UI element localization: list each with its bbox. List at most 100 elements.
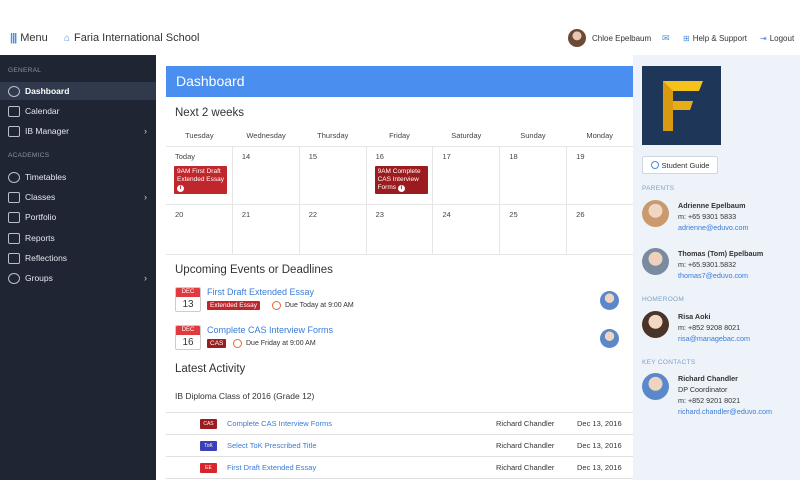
class-label: IB Diploma Class of 2016 (Grade 12)	[175, 391, 315, 401]
activity-badge: ToK	[200, 440, 217, 451]
day-number: 20	[175, 210, 184, 219]
sidebar-item-calendar[interactable]: Calendar	[0, 102, 156, 120]
avatar	[568, 29, 586, 47]
contact-phone: m: +65 9301 5833	[678, 212, 737, 221]
home-icon: ⌂	[64, 32, 71, 44]
calendar-day[interactable]: 17	[433, 147, 501, 204]
user-menu[interactable]: Chloe Epelbaum	[568, 29, 651, 47]
due-text: Due Friday at 9:00 AM	[246, 340, 316, 347]
calendar-day[interactable]: 25	[500, 205, 568, 254]
avatar	[642, 248, 669, 275]
school-link[interactable]: ⌂ Faria International School	[64, 32, 199, 44]
sidebar-item-label: Portfolio	[25, 212, 57, 222]
page-title: Dashboard	[166, 66, 633, 97]
sidebar-item-label: Reflections	[25, 253, 68, 263]
sidebar-item-timetables[interactable]: Timetables	[0, 168, 156, 186]
contact-name: Risa Aoki	[678, 312, 711, 321]
logout-link[interactable]: ⇥ Logout	[760, 34, 794, 43]
reports-icon	[8, 232, 20, 244]
calendar-day[interactable]: 15	[300, 147, 367, 204]
day-number: 26	[576, 210, 585, 219]
top-bar: ||| Menu ⌂ Faria International School Ch…	[0, 0, 800, 55]
calendar-day[interactable]: Today 9AM First Draft Extended Essay i	[166, 147, 233, 204]
event-title-link[interactable]: Complete CAS Interview Forms	[207, 325, 333, 335]
info-icon: i	[177, 185, 184, 192]
menu-icon: |||	[10, 32, 17, 44]
activity-list: CAS Complete CAS Interview Forms Richard…	[166, 412, 633, 479]
help-support-link[interactable]: ⊞ Help & Support	[683, 34, 747, 43]
event-title-link[interactable]: First Draft Extended Essay	[207, 287, 314, 297]
homeroom-label: HOMEROOM	[642, 296, 685, 303]
day-label: Wednesday	[246, 131, 286, 140]
avatar	[642, 311, 669, 338]
sidebar-item-reflections[interactable]: Reflections	[0, 249, 156, 267]
calendar-event[interactable]: 9AM Complete CAS Interview Forms i	[374, 166, 428, 194]
calendar-day[interactable]: 20	[166, 205, 233, 254]
sidebar-item-groups[interactable]: Groups ›	[0, 269, 156, 287]
sidebar-item-ib-manager[interactable]: IB Manager ›	[0, 122, 156, 140]
calendar-day-header: Tuesday Wednesday Thursday Friday Saturd…	[166, 127, 633, 147]
right-panel: Student Guide PARENTS Adrienne Epelbaum …	[633, 55, 800, 480]
mail-icon[interactable]: ✉	[662, 33, 670, 44]
calendar-day[interactable]: 22	[300, 205, 367, 254]
list-item: DEC 13 First Draft Extended Essay Extend…	[175, 287, 623, 321]
next-two-weeks-title: Next 2 weeks	[175, 107, 245, 119]
day-label: Saturday	[451, 131, 482, 140]
avatar	[642, 373, 669, 400]
section-general: GENERAL	[8, 67, 42, 74]
contact-email-link[interactable]: richard.chandler@eduvo.com	[678, 406, 772, 417]
day-label: Thursday	[317, 131, 349, 140]
contact-phone: m: +852 9208 8021	[678, 323, 741, 332]
contact-role: DP Coordinator	[678, 385, 728, 394]
calendar-day[interactable]: 26	[567, 205, 633, 254]
sidebar-item-portfolio[interactable]: Portfolio	[0, 208, 156, 226]
calendar-day[interactable]: 16 9AM Complete CAS Interview Forms i	[367, 147, 434, 204]
school-name: Faria International School	[74, 32, 200, 44]
calendar-day[interactable]: 19	[567, 147, 633, 204]
dashboard-icon	[8, 85, 20, 97]
calendar-day[interactable]: 24	[433, 205, 501, 254]
student-guide-button[interactable]: Student Guide	[642, 156, 718, 174]
calendar-day[interactable]: 14	[233, 147, 300, 204]
table-row: ToK Select ToK Prescribed Title Richard …	[166, 435, 633, 457]
calendar-event[interactable]: 9AM First Draft Extended Essay i	[174, 166, 227, 194]
calendar-day[interactable]: 23	[367, 205, 434, 254]
date-day: 16	[182, 337, 194, 348]
activity-title-link[interactable]: Select ToK Prescribed Title	[227, 441, 317, 450]
day-number: 19	[576, 152, 585, 161]
contact-email-link[interactable]: thomas7@eduvo.com	[678, 270, 763, 281]
date-badge: DEC 13	[175, 287, 201, 312]
calendar-day[interactable]: 21	[233, 205, 300, 254]
info-icon: i	[397, 185, 405, 192]
section-academics: ACADEMICS	[8, 152, 50, 159]
event-text: 9AM First Draft Extended Essay	[177, 168, 224, 183]
chevron-right-icon: ›	[144, 273, 147, 283]
contact-info: Thomas (Tom) Epelbaum m: +65.9301.5832 t…	[678, 248, 763, 281]
avatar	[642, 200, 669, 227]
calendar-day[interactable]: 18	[500, 147, 568, 204]
sidebar-item-reports[interactable]: Reports	[0, 229, 156, 247]
event-due: Due Friday at 9:00 AM	[233, 339, 316, 348]
contact-name: Adrienne Epelbaum	[678, 201, 746, 210]
event-tag: CAS	[207, 339, 227, 348]
sidebar-item-label: Classes	[25, 192, 56, 202]
logout-icon: ⇥	[760, 34, 767, 43]
help-label: Help & Support	[692, 34, 747, 43]
sidebar-item-dashboard[interactable]: Dashboard	[0, 82, 156, 100]
day-number: 24	[442, 210, 451, 219]
activity-date: Dec 13, 2016	[577, 463, 622, 472]
sidebar-item-classes[interactable]: Classes ›	[0, 188, 156, 206]
contact-email-link[interactable]: risa@managebac.com	[678, 333, 750, 344]
calendar-week: 20 21 22 23 24 25 26	[166, 205, 633, 255]
calendar-week: Today 9AM First Draft Extended Essay i 1…	[166, 147, 633, 205]
activity-title-link[interactable]: Complete CAS Interview Forms	[227, 419, 332, 428]
day-number: 14	[241, 152, 251, 161]
contact-info: Richard Chandler DP Coordinator m: +852 …	[678, 373, 772, 417]
contact-email-link[interactable]: adrienne@eduvo.com	[678, 222, 748, 233]
menu-button[interactable]: ||| Menu	[10, 32, 48, 44]
activity-badge: CAS	[200, 418, 217, 429]
user-name: Chloe Epelbaum	[592, 33, 652, 43]
table-row: CAS Complete CAS Interview Forms Richard…	[166, 413, 633, 435]
activity-title-link[interactable]: First Draft Extended Essay	[227, 463, 316, 472]
date-month: DEC	[176, 326, 200, 335]
